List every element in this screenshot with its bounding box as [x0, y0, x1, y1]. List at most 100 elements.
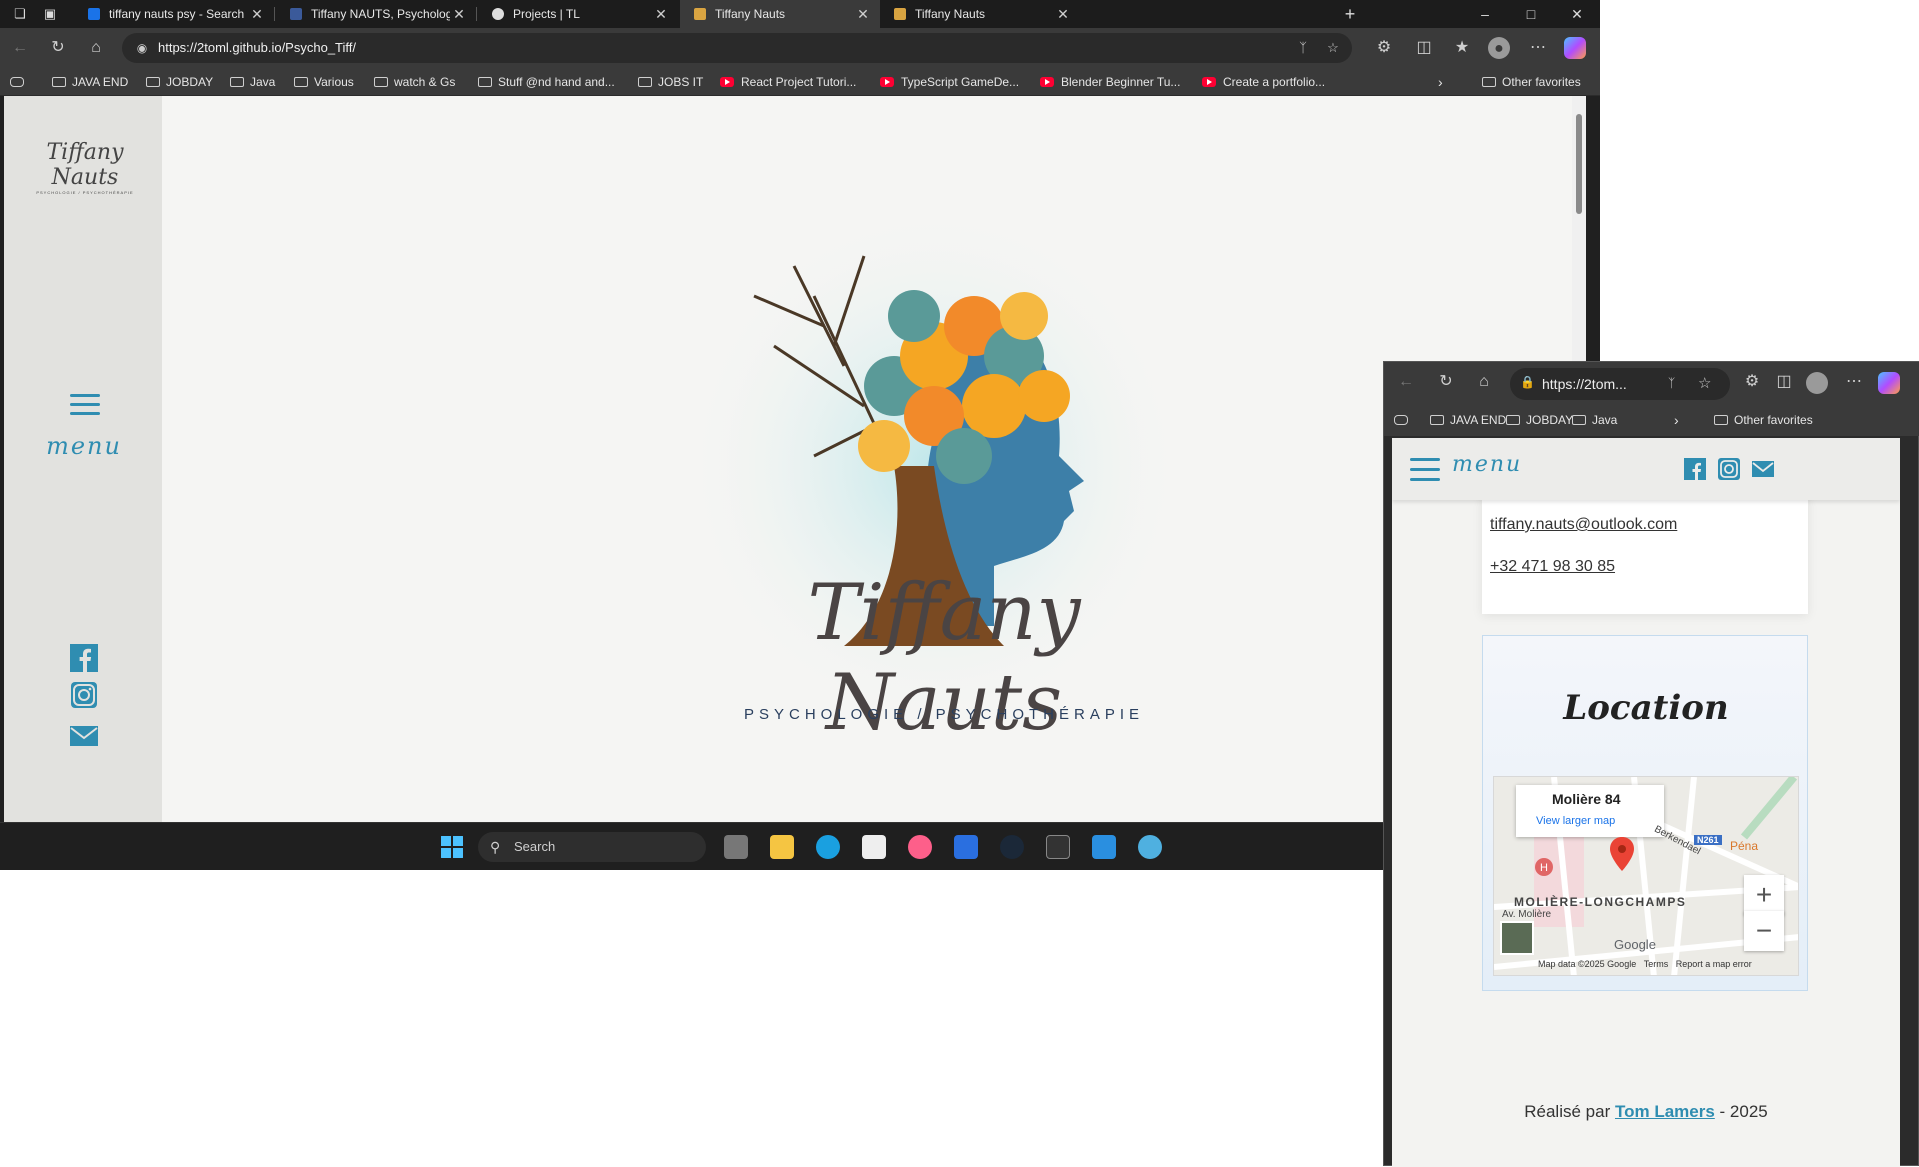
bookmark-jobday[interactable]: JOBDAY [146, 68, 213, 96]
music-icon[interactable] [908, 835, 932, 859]
bookmark-java-end[interactable]: JAVA END [52, 68, 128, 96]
globe-app-icon[interactable] [1138, 835, 1162, 859]
site-info-icon[interactable]: ◉ [134, 39, 150, 57]
phone-link[interactable]: +32 471 98 30 85 [1490, 558, 1615, 576]
bookmark-java[interactable]: Java [1572, 406, 1617, 434]
copilot-icon[interactable] [1564, 37, 1586, 59]
new-tab-icon[interactable]: + [1340, 4, 1360, 24]
settings-app-icon[interactable] [954, 835, 978, 859]
collections-icon[interactable] [1394, 406, 1414, 434]
more-options-icon[interactable]: ⋯ [1526, 36, 1550, 60]
map-report-link[interactable]: Report a map error [1676, 959, 1752, 969]
more-options-icon[interactable]: ⋯ [1842, 370, 1866, 394]
sidebar-logo[interactable]: Tiffany Nauts PSYCHOLOGIE / PSYCHOTHÉRAP… [22, 140, 148, 195]
url-text[interactable]: https://2toml.github.io/Psycho_Tiff/ [158, 33, 356, 63]
bookmark-various[interactable]: Various [294, 68, 354, 96]
favorite-star-icon[interactable]: ☆ [1324, 39, 1342, 57]
extensions-icon[interactable]: ⚙ [1372, 36, 1396, 60]
tab-strip: ❏ ▣ tiffany nauts psy - Search ✕ Tiffany… [0, 0, 1600, 28]
close-tab-icon[interactable]: ✕ [1054, 6, 1072, 23]
email-link[interactable]: tiffany.nauts@outlook.com [1490, 516, 1677, 534]
hamburger-menu-icon[interactable] [1410, 458, 1440, 482]
collections-icon[interactable] [10, 68, 30, 96]
location-title: Location [1563, 688, 1729, 728]
facebook-icon[interactable] [1684, 458, 1706, 480]
small-address-bar[interactable]: 🔒 https://2tom... ᛉ ☆ [1510, 368, 1730, 400]
tab-psychologue[interactable]: Tiffany NAUTS, Psychologue clinic ✕ [276, 0, 476, 28]
facebook-icon[interactable] [68, 644, 100, 672]
menu-label[interactable]: menu [1452, 452, 1522, 477]
refresh-icon[interactable]: ↻ [46, 36, 70, 60]
close-window-icon[interactable]: ✕ [1554, 0, 1600, 28]
bookmark-jobday[interactable]: JOBDAY [1506, 406, 1573, 434]
instagram-icon[interactable] [1718, 458, 1740, 480]
home-icon[interactable]: ⌂ [84, 36, 108, 60]
bookmark-stuff[interactable]: Stuff @nd hand and... [478, 68, 615, 96]
footer-author-link[interactable]: Tom Lamers [1615, 1102, 1715, 1121]
back-icon[interactable]: ← [8, 36, 32, 60]
edge-icon[interactable] [816, 835, 840, 859]
email-icon[interactable] [1752, 458, 1774, 480]
menu-label[interactable]: menu [34, 432, 134, 460]
satellite-toggle[interactable] [1500, 921, 1534, 955]
close-tab-icon[interactable]: ✕ [854, 6, 872, 23]
other-favorites[interactable]: Other favorites [1714, 406, 1813, 434]
favorites-icon[interactable]: ★ [1450, 36, 1474, 60]
file-explorer-icon[interactable] [770, 835, 794, 859]
bookmark-react-project[interactable]: React Project Tutori... [720, 68, 856, 96]
bookmark-watch-gs[interactable]: watch & Gs [374, 68, 455, 96]
profile-avatar-icon[interactable] [1806, 372, 1828, 394]
favorite-star-icon[interactable]: ☆ [1698, 374, 1711, 392]
bookmark-typescript[interactable]: TypeScript GameDe... [880, 68, 1019, 96]
map-terms-link[interactable]: Terms [1644, 959, 1669, 969]
instagram-icon[interactable] [68, 682, 100, 710]
home-icon[interactable]: ⌂ [1472, 370, 1496, 394]
map-pin-icon[interactable] [1610, 837, 1634, 871]
close-tab-icon[interactable]: ✕ [450, 6, 468, 23]
hamburger-menu-icon[interactable] [70, 394, 100, 416]
windows-start-icon[interactable] [440, 835, 464, 859]
close-tab-icon[interactable]: ✕ [248, 6, 266, 23]
bookmark-blender[interactable]: Blender Beginner Tu... [1040, 68, 1180, 96]
tab-search[interactable]: tiffany nauts psy - Search ✕ [74, 0, 274, 28]
bookmark-java-end[interactable]: JAVA END [1430, 406, 1506, 434]
steam-icon[interactable] [1000, 835, 1024, 859]
tab-tiffany-nauts[interactable]: Tiffany Nauts ✕ [880, 0, 1080, 28]
tab-projects[interactable]: Projects | TL ✕ [478, 0, 678, 28]
split-screen-icon[interactable]: ◫ [1412, 36, 1436, 60]
read-aloud-icon[interactable]: ᛉ [1668, 376, 1675, 390]
other-favorites[interactable]: Other favorites [1482, 68, 1581, 96]
terminal-icon[interactable] [1046, 835, 1070, 859]
scroll-thumb[interactable] [1576, 114, 1582, 214]
copilot-icon[interactable] [1878, 372, 1900, 394]
zoom-out-button[interactable]: − [1744, 911, 1784, 951]
small-url-text[interactable]: https://2tom... [1542, 368, 1627, 400]
zoom-in-button[interactable]: + [1744, 875, 1784, 915]
profile-avatar-icon[interactable]: ● [1488, 37, 1510, 59]
task-view-icon[interactable] [724, 835, 748, 859]
taskbar-search[interactable]: ⚲ Search [478, 832, 706, 862]
store-icon[interactable] [862, 835, 886, 859]
vscode-icon[interactable] [1092, 835, 1116, 859]
split-screen-icon[interactable]: ◫ [1772, 370, 1796, 394]
bookmark-jobs-it[interactable]: JOBS IT [638, 68, 703, 96]
minimize-icon[interactable]: – [1462, 0, 1508, 28]
maximize-icon[interactable]: □ [1508, 0, 1554, 28]
view-larger-map-link[interactable]: View larger map [1536, 815, 1615, 827]
tab-actions-icon[interactable]: ▣ [40, 4, 60, 24]
refresh-icon[interactable]: ↻ [1434, 370, 1458, 394]
butterfly-favicon-icon [894, 8, 906, 20]
email-icon[interactable] [68, 722, 100, 750]
workspaces-icon[interactable]: ❏ [10, 4, 30, 24]
back-icon[interactable]: ← [1394, 370, 1418, 394]
tab-tiffany-nauts-active[interactable]: Tiffany Nauts ✕ [680, 0, 880, 28]
close-tab-icon[interactable]: ✕ [652, 6, 670, 23]
chevron-right-icon[interactable]: › [1438, 68, 1443, 96]
read-aloud-icon[interactable]: ᛉ [1294, 39, 1312, 57]
google-map[interactable]: Molière 84 View larger map MOLIÈRE-LONGC… [1493, 776, 1799, 976]
bookmark-create-portfolio[interactable]: Create a portfolio... [1202, 68, 1325, 96]
address-bar[interactable]: ◉ https://2toml.github.io/Psycho_Tiff/ ᛉ… [122, 33, 1352, 63]
chevron-right-icon[interactable]: › [1674, 406, 1679, 434]
bookmark-java[interactable]: Java [230, 68, 275, 96]
extensions-icon[interactable]: ⚙ [1740, 370, 1764, 394]
